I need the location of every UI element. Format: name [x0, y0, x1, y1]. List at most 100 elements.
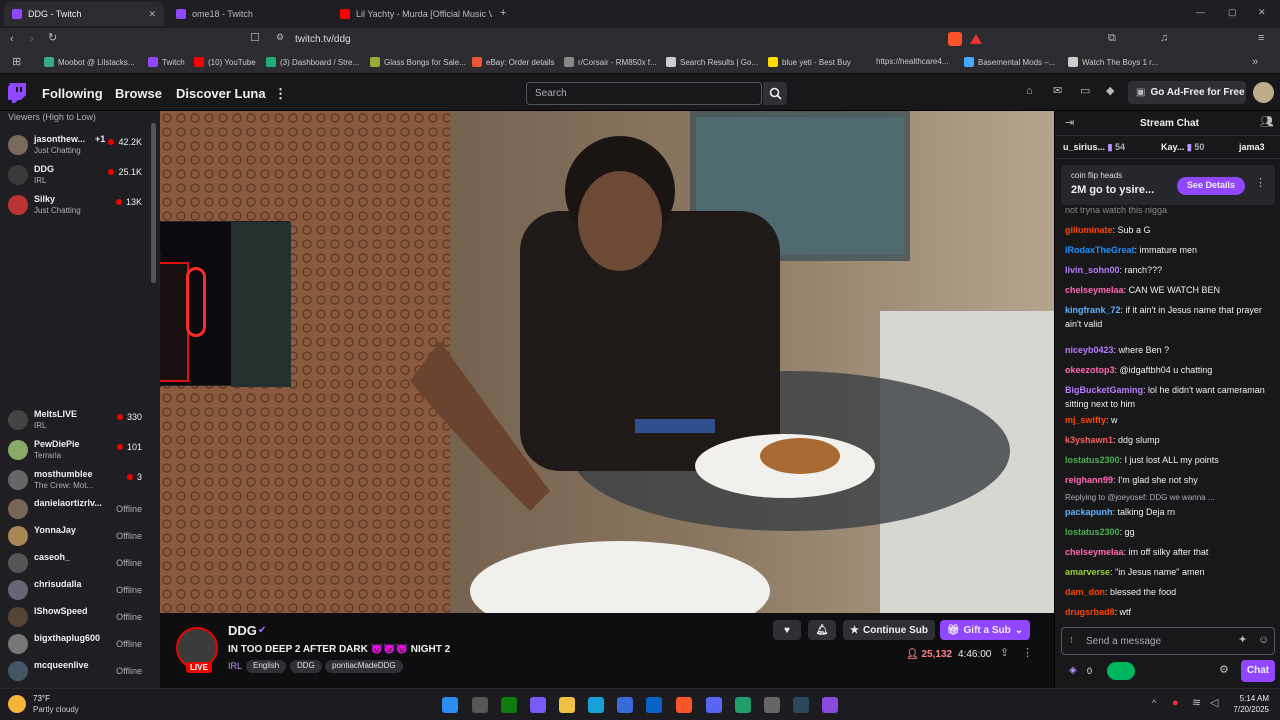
bookmark-item[interactable]: (3) Dashboard / Stre...: [266, 57, 359, 67]
maximize-icon[interactable]: ▢: [1228, 8, 1237, 17]
chat-username[interactable]: IRodaxTheGreat: [1065, 245, 1135, 255]
chat-username[interactable]: lostatus2300: [1065, 455, 1120, 465]
bookmark-item[interactable]: https://healthcare4...: [876, 57, 949, 66]
nav-following[interactable]: Following: [42, 86, 103, 101]
follow-heart-button[interactable]: ♥: [773, 620, 801, 640]
edge-icon[interactable]: [588, 697, 604, 713]
sidebar-channel-chrisudalla[interactable]: chrisudalla Offline: [0, 576, 160, 604]
emote-icon[interactable]: ☺: [1258, 635, 1269, 646]
reload-icon[interactable]: ↻: [48, 33, 57, 44]
xbox-icon[interactable]: [501, 697, 517, 713]
new-tab-icon[interactable]: +: [500, 8, 506, 19]
more-options-icon[interactable]: ⋮: [1022, 648, 1033, 659]
sparkle-icon[interactable]: ✦: [1238, 635, 1247, 646]
chat-username[interactable]: gilluminate: [1065, 225, 1113, 235]
extensions-icon[interactable]: ⧉: [1108, 33, 1116, 44]
prime-loot-icon[interactable]: ⌂: [1026, 86, 1033, 97]
temperature[interactable]: 73°F: [33, 694, 50, 703]
sidebar-channel-mosthumblee[interactable]: mosthumblee The Crew: Mot... 3: [0, 466, 160, 494]
category-link[interactable]: IRL: [228, 661, 242, 671]
go-ad-free-button[interactable]: ▣ Go Ad-Free for Free: [1128, 81, 1246, 104]
bookmark-item[interactable]: Moobot @ Lilstacks...: [44, 57, 135, 67]
leader-item[interactable]: Kay... ▮ 50: [1161, 142, 1204, 153]
more-bookmarks-icon[interactable]: »: [1252, 57, 1258, 68]
sidebar-scrollbar[interactable]: [151, 123, 156, 283]
chat-input[interactable]: ⁝ Send a message ✦ ☺: [1061, 627, 1275, 655]
avatar[interactable]: [1253, 82, 1274, 103]
bookmark-icon[interactable]: ☐: [250, 33, 260, 44]
wifi-icon[interactable]: ≋: [1192, 698, 1201, 709]
window-close-icon[interactable]: ✕: [1258, 8, 1266, 17]
bookmark-item[interactable]: blue yeti - Best Buy: [768, 57, 851, 67]
start-icon[interactable]: [442, 697, 458, 713]
nav-browse[interactable]: Browse: [115, 86, 162, 101]
bookmark-item[interactable]: Search Results | Go...: [666, 57, 758, 67]
sidebar-channel-pewdiepie[interactable]: PewDiePie Terraria 101: [0, 436, 160, 464]
sort-label[interactable]: Viewers (High to Low): [8, 112, 96, 122]
chat-username[interactable]: drugsrbad8: [1065, 607, 1115, 617]
tray-chevron-icon[interactable]: ^: [1152, 699, 1156, 708]
chat-username[interactable]: kingfrank_72: [1065, 305, 1121, 315]
tag[interactable]: pontiacMadeDDG: [325, 660, 403, 673]
chat-username[interactable]: lostatus2300: [1065, 527, 1120, 537]
chat-username[interactable]: reighann99: [1065, 475, 1113, 485]
chat-username[interactable]: packapunh: [1065, 507, 1113, 517]
outlook-icon[interactable]: [646, 697, 662, 713]
chat-username[interactable]: k3yshawn1: [1065, 435, 1113, 445]
sidebar-channel-bigxthaplug600[interactable]: bigxthaplug600 Offline: [0, 630, 160, 658]
channel-name[interactable]: DDG: [228, 623, 257, 638]
close-icon[interactable]: ✕: [148, 9, 156, 20]
brave-rewards-icon[interactable]: [970, 34, 982, 44]
steam-icon[interactable]: [793, 697, 809, 713]
sidebar-channel-mcqueenlive[interactable]: mcqueenlive Offline: [0, 657, 160, 685]
sidebar-channel-yonnajay[interactable]: YonnaJay Offline: [0, 522, 160, 550]
continue-sub-button[interactable]: ★ Continue Sub: [843, 620, 935, 640]
tab-ddg[interactable]: DDG - Twitch ✕: [4, 2, 164, 26]
volume-icon[interactable]: ◁: [1210, 698, 1218, 709]
bookmark-item[interactable]: Basemental Mods –...: [964, 57, 1055, 67]
file-explorer-icon[interactable]: [559, 697, 575, 713]
discord-icon[interactable]: [706, 697, 722, 713]
task-view-icon[interactable]: [472, 697, 488, 713]
bookmark-item[interactable]: (10) YouTube: [194, 57, 256, 67]
url-field[interactable]: twitch.tv/ddg: [295, 34, 351, 45]
clock-time[interactable]: 5:14 AM: [1225, 694, 1269, 703]
channel-points-icon[interactable]: ◈: [1069, 665, 1077, 676]
collapse-chat-icon[interactable]: ⇥: [1065, 118, 1074, 129]
store-icon[interactable]: [617, 697, 633, 713]
clock-date[interactable]: 7/20/2025: [1219, 705, 1269, 714]
chat-send-button[interactable]: Chat: [1241, 660, 1275, 682]
video-player[interactable]: [160, 111, 1054, 613]
chat-username[interactable]: chelseymelaa: [1065, 547, 1124, 557]
copilot-icon[interactable]: [530, 697, 546, 713]
video-app-icon[interactable]: [822, 697, 838, 713]
chat-username[interactable]: BigBucketGaming: [1065, 385, 1143, 395]
chat-username[interactable]: chelseymelaa: [1065, 285, 1124, 295]
whispers-icon[interactable]: ▭: [1080, 86, 1090, 97]
media-icon[interactable]: ♫: [1160, 33, 1168, 44]
brave-shield-icon[interactable]: [948, 32, 962, 46]
notification-button[interactable]: 🔔︎: [808, 620, 836, 640]
inbox-icon[interactable]: ✉: [1053, 86, 1062, 97]
sidebar-channel-ddg[interactable]: DDG IRL 25.1K: [0, 161, 160, 189]
menu-icon[interactable]: ≡: [1258, 33, 1264, 44]
search-button[interactable]: [763, 82, 787, 105]
bookmark-item[interactable]: Watch The Boys 1 r...: [1068, 57, 1158, 67]
sidebar-channel-meltslive[interactable]: MeltsLIVE IRL 330: [0, 406, 160, 434]
tab-ome18[interactable]: ome18 - Twitch: [168, 2, 328, 26]
share-icon[interactable]: ⇪: [1000, 648, 1009, 659]
more-options-icon[interactable]: ⋮: [1255, 178, 1266, 189]
sidebar-channel-jasonthew[interactable]: jasonthew... +1 Just Chatting 42.2K: [0, 131, 160, 159]
leader-item[interactable]: jama3: [1239, 142, 1265, 152]
bookmark-item[interactable]: r/Corsair - RM850x f...: [564, 57, 657, 67]
users-icon[interactable]: 👥︎: [1260, 117, 1274, 128]
app-icon[interactable]: [735, 697, 751, 713]
twitch-logo-icon[interactable]: [8, 83, 26, 103]
more-icon[interactable]: ⋮: [274, 86, 287, 102]
nav-discover-luna[interactable]: Discover Luna: [176, 86, 266, 101]
mic-icon[interactable]: ●: [1172, 698, 1179, 709]
chat-settings-icon[interactable]: ⚙: [1219, 665, 1229, 676]
sidebar-channel-danielaortizrlv[interactable]: danielaortizrlv... Offline: [0, 495, 160, 523]
obs-icon[interactable]: [764, 697, 780, 713]
tag[interactable]: DDG: [290, 660, 322, 673]
